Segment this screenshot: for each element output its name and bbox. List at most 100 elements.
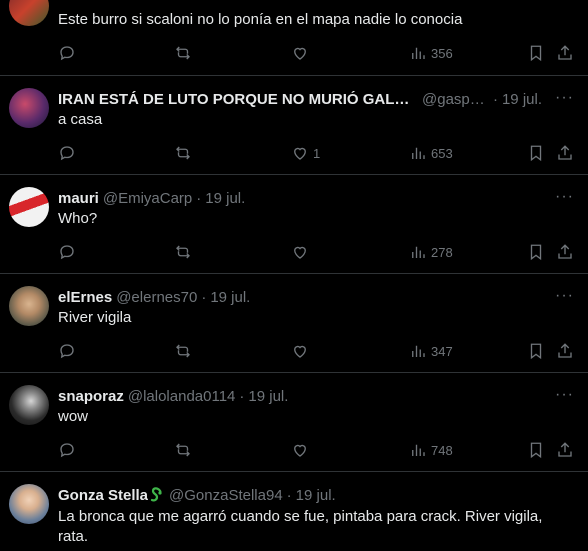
reply-button[interactable]: [58, 43, 76, 63]
retweet-button[interactable]: [174, 43, 192, 63]
heart-icon: [294, 47, 306, 60]
tweet-date[interactable]: 19 jul.: [502, 91, 542, 108]
tweet-date[interactable]: 19 jul.: [205, 190, 245, 207]
share-icon: [558, 343, 572, 358]
heart-icon: [294, 246, 306, 259]
snake-emoji-icon: [150, 487, 162, 502]
like-button[interactable]: [291, 440, 309, 460]
avatar[interactable]: [9, 385, 49, 425]
reply-button[interactable]: [58, 242, 76, 262]
tweet-date[interactable]: 19 jul.: [210, 289, 250, 306]
avatar[interactable]: [9, 286, 49, 326]
tweet-text: wow: [58, 408, 89, 425]
views-icon: [412, 444, 425, 456]
author-name[interactable]: mauri: [58, 190, 99, 207]
like-button[interactable]: 1: [291, 143, 320, 163]
reply-icon: [60, 344, 74, 359]
tweet-actions: 278: [0, 242, 588, 262]
bookmark-icon: [530, 442, 542, 459]
views-icon: [412, 47, 425, 59]
share-button[interactable]: [556, 440, 574, 460]
views-button[interactable]: 748: [409, 440, 453, 460]
bookmark-icon: [530, 244, 542, 261]
tweet[interactable]: mauri @EmiyaCarp · 19 jul. ··· Who? 278: [0, 175, 588, 274]
author-handle[interactable]: @EmiyaCarp: [103, 190, 192, 207]
more-icon[interactable]: ···: [555, 287, 574, 305]
views-count: 748: [431, 442, 453, 458]
tweet[interactable]: snaporaz @lalolanda0114 · 19 jul. ··· wo…: [0, 373, 588, 472]
views-button[interactable]: 653: [409, 143, 453, 163]
retweet-button[interactable]: [174, 440, 192, 460]
share-button[interactable]: [556, 341, 574, 361]
reply-button[interactable]: [58, 143, 76, 163]
tweet-header: snaporaz @lalolanda0114 · 19 jul.: [58, 386, 578, 406]
retweet-icon: [176, 344, 190, 358]
views-icon: [412, 147, 425, 159]
tweet[interactable]: Este burro si scaloni no lo ponía en el …: [0, 0, 588, 76]
reply-button[interactable]: [58, 440, 76, 460]
tweet-text: Who?: [58, 210, 98, 227]
views-count: 653: [431, 145, 453, 161]
tweet-header: Gonza Stella @GonzaStella94 · 19 jul.: [58, 485, 578, 505]
tweet[interactable]: Gonza Stella @GonzaStella94 · 19 jul. La…: [0, 472, 588, 551]
author-name[interactable]: elErnes: [58, 289, 112, 306]
bookmark-button[interactable]: [527, 43, 545, 63]
separator: ·: [239, 387, 245, 405]
author-handle[interactable]: @GonzaStella94: [169, 487, 283, 504]
tweet-date[interactable]: 19 jul.: [296, 487, 336, 504]
reply-button[interactable]: [58, 341, 76, 361]
more-icon[interactable]: ···: [555, 386, 574, 404]
separator: ·: [286, 486, 292, 504]
retweet-button[interactable]: [174, 242, 192, 262]
avatar[interactable]: [9, 187, 49, 227]
more-icon[interactable]: ···: [555, 89, 574, 107]
author-name[interactable]: IRAN ESTÁ DE LUTO PORQUE NO MURIÓ GALLA.…: [58, 91, 418, 108]
like-button[interactable]: [291, 43, 309, 63]
reply-icon: [60, 245, 74, 260]
tweet-text: La bronca que me agarró cuando se fue, p…: [58, 508, 543, 545]
share-icon: [558, 145, 572, 160]
tweet-actions: 356: [0, 43, 588, 63]
more-icon[interactable]: ···: [555, 188, 574, 206]
avatar[interactable]: [9, 484, 49, 524]
separator: ·: [196, 189, 202, 207]
author-name[interactable]: Gonza Stella: [58, 487, 148, 504]
views-button[interactable]: 278: [409, 242, 453, 262]
like-button[interactable]: [291, 242, 309, 262]
bookmark-button[interactable]: [527, 440, 545, 460]
separator: ·: [492, 90, 498, 108]
retweet-button[interactable]: [174, 143, 192, 163]
share-button[interactable]: [556, 143, 574, 163]
bookmark-button[interactable]: [527, 341, 545, 361]
avatar[interactable]: [9, 88, 49, 128]
views-icon: [412, 345, 425, 357]
bookmark-button[interactable]: [527, 242, 545, 262]
bookmark-icon: [530, 45, 542, 62]
tweet-text: Este burro si scaloni no lo ponía en el …: [58, 11, 463, 28]
bookmark-icon: [530, 343, 542, 360]
bookmark-button[interactable]: [527, 143, 545, 163]
heart-icon: [294, 444, 306, 457]
tweet-date[interactable]: 19 jul.: [248, 388, 288, 405]
separator: ·: [201, 288, 207, 306]
avatar[interactable]: [9, 0, 49, 26]
share-button[interactable]: [556, 43, 574, 63]
retweet-icon: [176, 443, 190, 457]
tweet-actions: 748: [0, 440, 588, 460]
author-handle[interactable]: @elernes70: [116, 289, 197, 306]
like-button[interactable]: [291, 341, 309, 361]
share-icon: [558, 442, 572, 457]
tweet-text: River vigila: [58, 309, 132, 326]
retweet-button[interactable]: [174, 341, 192, 361]
likes-count: 1: [313, 145, 321, 161]
author-handle[interactable]: @lalolanda0114: [128, 388, 236, 405]
author-name[interactable]: snaporaz: [58, 388, 124, 405]
author-handle[interactable]: @gaspo...: [422, 91, 489, 108]
share-button[interactable]: [556, 242, 574, 262]
views-button[interactable]: 356: [409, 43, 453, 63]
tweet[interactable]: elErnes @elernes70 · 19 jul. ··· River v…: [0, 274, 588, 373]
tweet[interactable]: IRAN ESTÁ DE LUTO PORQUE NO MURIÓ GALLA.…: [0, 76, 588, 175]
views-button[interactable]: 347: [409, 341, 453, 361]
tweet-text: a casa: [58, 111, 103, 128]
tweet-actions: 1 653: [0, 143, 588, 163]
